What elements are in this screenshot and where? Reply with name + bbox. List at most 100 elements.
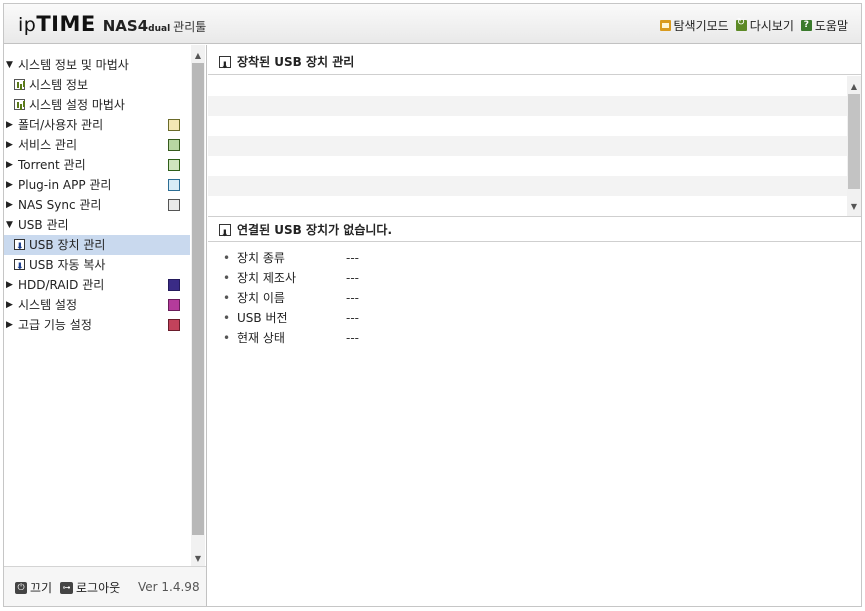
plugin-icon: [168, 179, 180, 191]
logo-model-text: NAS4: [102, 17, 149, 35]
menu-group-folder-user[interactable]: ▶ 폴더/사용자 관리: [4, 115, 190, 135]
explorer-mode-link[interactable]: 탐색기모드: [659, 17, 729, 34]
detail-label: 장치 종류: [237, 251, 285, 265]
menu-label: HDD/RAID 관리: [18, 278, 105, 292]
usb-icon: [14, 237, 25, 257]
header-bar: ip TIME NAS4 dual 관리툴 탐색기모드 다시보기 ? 도움말: [4, 4, 861, 44]
collapsed-arrow-icon: ▶: [6, 280, 13, 290]
reload-link[interactable]: 다시보기: [735, 17, 794, 34]
reload-label: 다시보기: [749, 19, 794, 33]
chart-icon: [14, 99, 25, 110]
mounted-usb-section-title: 장착된 USB 장치 관리: [208, 49, 861, 79]
list-row[interactable]: [208, 136, 861, 156]
header-links: 탐색기모드 다시보기 ? 도움말: [659, 17, 848, 34]
bullet-icon: •: [223, 311, 231, 325]
menu-label: 서비스 관리: [18, 138, 78, 152]
logo-ip-text: ip: [18, 14, 37, 36]
device-details: • 장치 종류 --- • 장치 제조사 --- • 장치 이름 --- • U…: [223, 248, 359, 348]
power-off-label: 끄기: [30, 581, 53, 595]
detail-label: 장치 이름: [237, 291, 285, 305]
power-off-button[interactable]: ⏻ 끄기: [15, 579, 52, 596]
logo-admin-text: 관리툴: [173, 20, 207, 34]
expanded-arrow-icon: ▼: [6, 220, 13, 230]
detail-row: • 장치 제조사 ---: [223, 268, 359, 288]
menu-group-advanced[interactable]: ▶ 고급 기능 설정: [4, 315, 190, 335]
logout-button[interactable]: ⊶ 로그아웃: [60, 579, 120, 596]
system-settings-icon: [168, 299, 180, 311]
menu-label: USB 장치 관리: [29, 238, 106, 252]
menu-item-usb-autocopy[interactable]: USB 자동 복사: [4, 255, 190, 277]
list-row[interactable]: [208, 156, 861, 176]
reload-icon: [735, 17, 747, 31]
detail-row: • 장치 이름 ---: [223, 288, 359, 308]
expanded-arrow-icon: ▼: [6, 60, 13, 70]
detail-value: ---: [346, 271, 359, 285]
folder-user-icon: [168, 119, 180, 131]
list-row[interactable]: [208, 76, 861, 96]
bullet-icon: •: [223, 331, 231, 345]
menu-group-system-info[interactable]: ▼ 시스템 정보 및 마법사: [4, 55, 190, 75]
list-row[interactable]: [208, 116, 861, 136]
list-row[interactable]: [208, 176, 861, 196]
chart-icon: [14, 79, 25, 90]
collapsed-arrow-icon: ▶: [6, 160, 13, 170]
menu-group-service[interactable]: ▶ 서비스 관리: [4, 135, 190, 155]
detail-value: ---: [346, 331, 359, 345]
detail-value: ---: [346, 251, 359, 265]
scroll-up-icon[interactable]: ▲: [191, 49, 205, 63]
detail-label: USB 버전: [237, 311, 288, 325]
scroll-down-icon[interactable]: ▼: [191, 552, 205, 566]
collapsed-arrow-icon: ▶: [6, 120, 13, 130]
collapsed-arrow-icon: ▶: [6, 200, 13, 210]
service-icon: [168, 139, 180, 151]
usb-icon: [219, 53, 231, 79]
detail-row: • USB 버전 ---: [223, 308, 359, 328]
scroll-down-icon[interactable]: ▼: [847, 200, 861, 214]
menu-group-plugin[interactable]: ▶ Plug-in APP 관리: [4, 175, 190, 195]
menu-label: 고급 기능 설정: [18, 318, 92, 332]
explorer-mode-icon: [659, 20, 671, 31]
connected-usb-section-title: 연결된 USB 장치가 없습니다.: [208, 216, 861, 247]
help-label: 도움말: [814, 19, 848, 33]
menu-group-torrent[interactable]: ▶ Torrent 관리: [4, 155, 190, 175]
usb-icon: [219, 221, 231, 247]
menu-group-nas-sync[interactable]: ▶ NAS Sync 관리: [4, 195, 190, 215]
version-text: Ver 1.4.98: [138, 580, 200, 594]
sync-icon: [168, 199, 180, 211]
menu-label: NAS Sync 관리: [18, 198, 102, 212]
help-link[interactable]: ? 도움말: [800, 17, 848, 34]
menu-label: Torrent 관리: [18, 158, 86, 172]
logo-dual-text: dual: [148, 24, 171, 34]
iptime-logo: ip TIME NAS4 dual 관리툴: [18, 12, 206, 38]
menu-group-usb[interactable]: ▼ USB 관리: [4, 215, 190, 235]
list-row[interactable]: [208, 96, 861, 116]
menu-item-usb-device[interactable]: USB 장치 관리: [4, 235, 190, 257]
detail-row: • 장치 종류 ---: [223, 248, 359, 268]
advanced-icon: [168, 319, 180, 331]
usb-icon: [14, 257, 25, 277]
usb-device-list[interactable]: ▲ ▼: [208, 76, 861, 216]
bullet-icon: •: [223, 271, 231, 285]
sidebar-footer: ⏻ 끄기 ⊶ 로그아웃 Ver 1.4.98: [4, 566, 206, 606]
key-icon: ⊶: [60, 581, 73, 594]
menu-item-setup-wizard[interactable]: 시스템 설정 마법사: [4, 95, 190, 115]
menu-group-system-settings[interactable]: ▶ 시스템 설정: [4, 295, 190, 315]
list-row[interactable]: [208, 196, 861, 216]
collapsed-arrow-icon: ▶: [6, 320, 13, 330]
power-icon: ⏻: [15, 581, 27, 594]
detail-label: 현재 상태: [237, 331, 285, 345]
scrollbar-thumb[interactable]: [192, 63, 204, 535]
scroll-up-icon[interactable]: ▲: [847, 80, 861, 94]
collapsed-arrow-icon: ▶: [6, 140, 13, 150]
collapsed-arrow-icon: ▶: [6, 300, 13, 310]
menu-label: 시스템 설정: [18, 298, 78, 312]
menu-group-hdd-raid[interactable]: ▶ HDD/RAID 관리: [4, 275, 190, 295]
sidebar-scrollbar[interactable]: ▲ ▼: [191, 45, 205, 566]
menu-label: 시스템 정보 및 마법사: [18, 58, 129, 72]
bullet-icon: •: [223, 291, 231, 305]
menu-label: Plug-in APP 관리: [18, 178, 112, 192]
list-scrollbar[interactable]: ▲ ▼: [847, 76, 861, 216]
scrollbar-thumb[interactable]: [848, 94, 860, 189]
menu-item-system-info[interactable]: 시스템 정보: [4, 75, 190, 95]
explorer-mode-label: 탐색기모드: [673, 19, 729, 33]
